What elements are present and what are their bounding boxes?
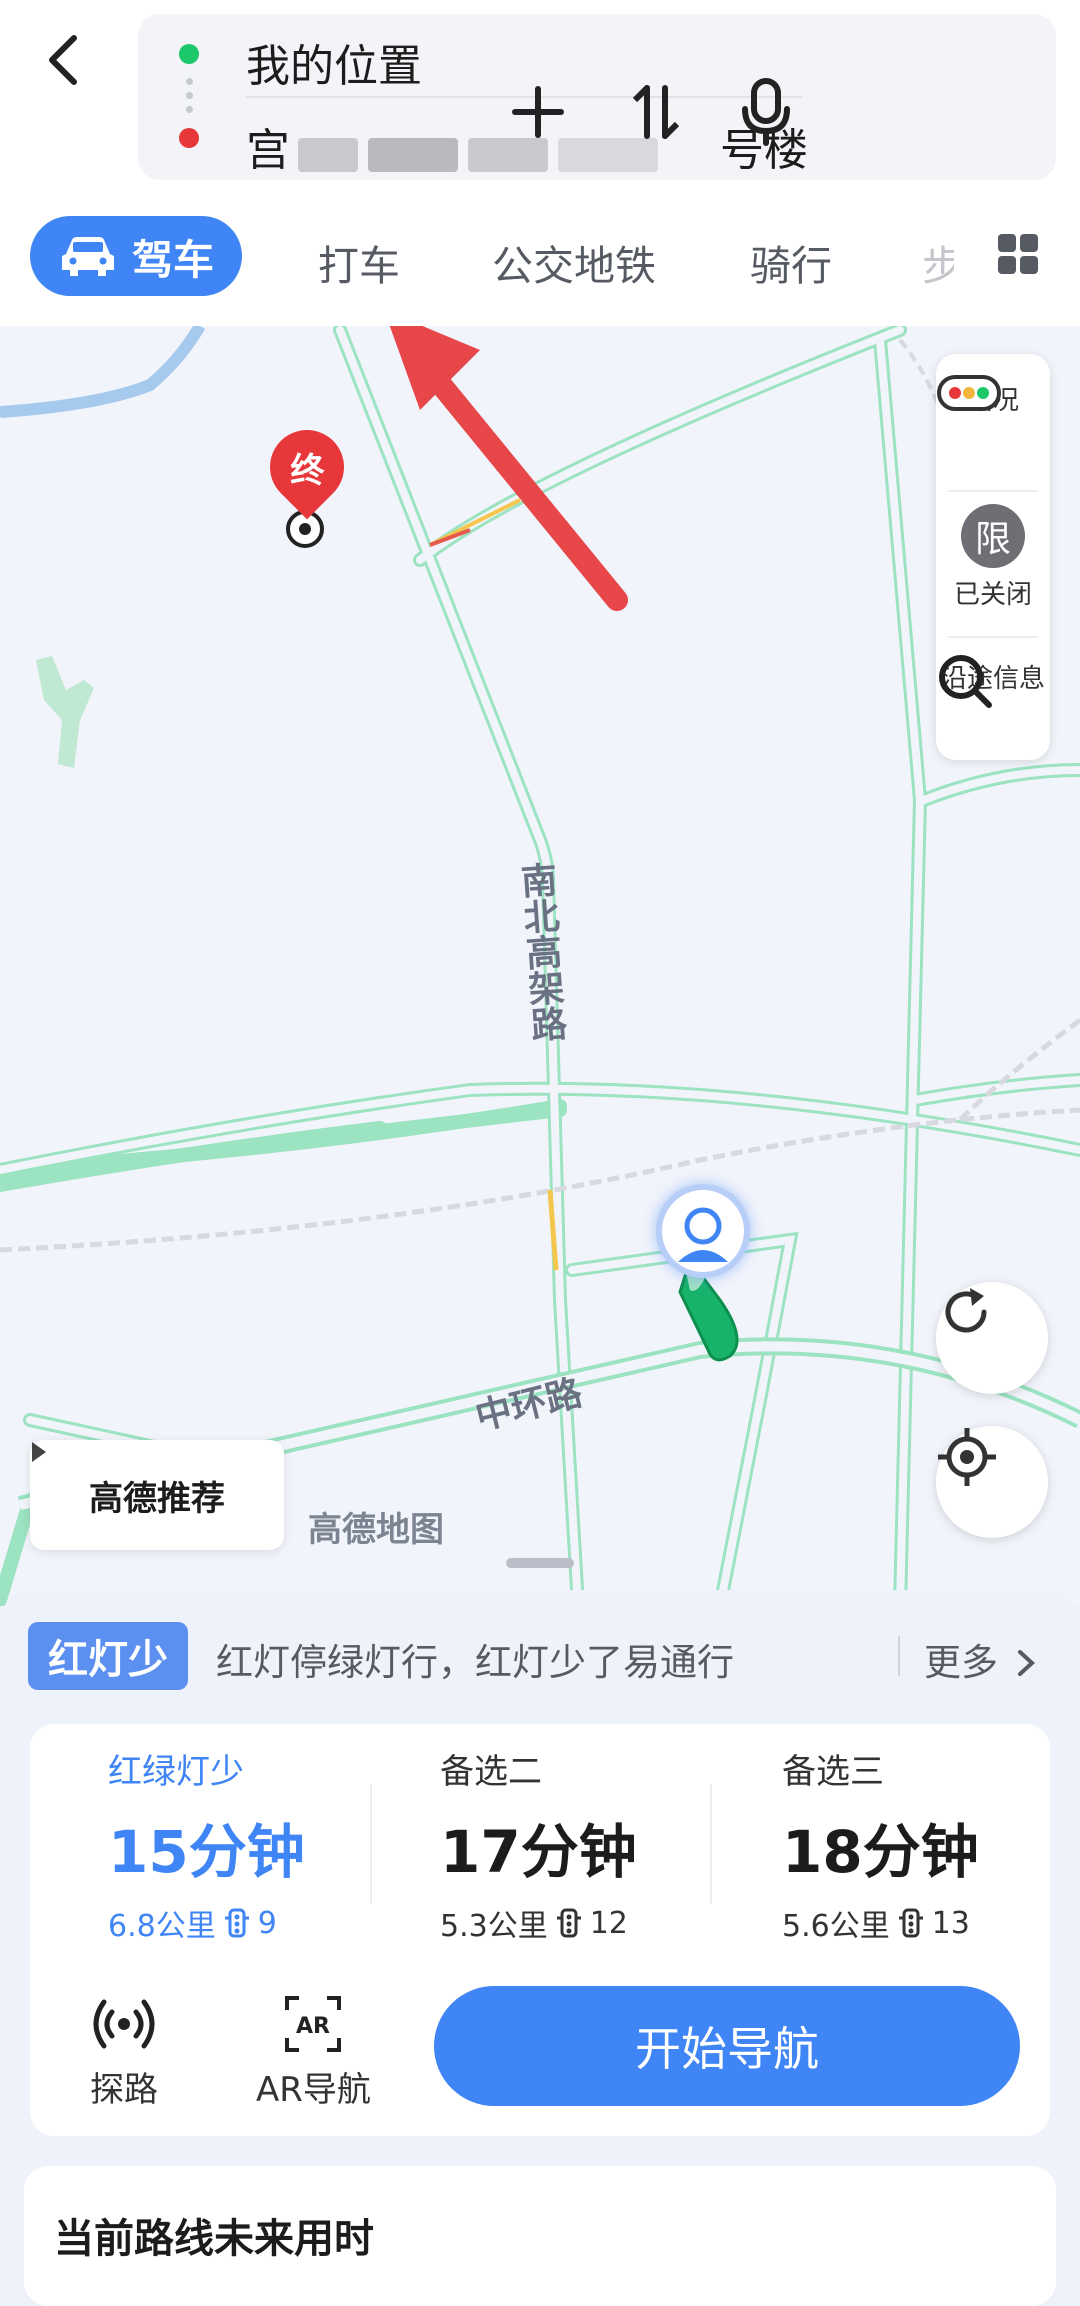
radar-icon <box>93 1999 155 2049</box>
amap-recommend-button[interactable]: 高德推荐 <box>30 1440 284 1550</box>
divider <box>948 636 1038 638</box>
restriction-toggle[interactable]: 限 已关闭 <box>936 504 1050 611</box>
route-dot-icon <box>186 78 193 85</box>
chevron-right-icon <box>1017 1650 1035 1676</box>
swap-route-button[interactable] <box>624 76 688 148</box>
destination-text: 宫 <box>246 125 290 174</box>
top-bar: 我的位置 宫号楼 <box>0 0 1080 190</box>
along-route-info-button[interactable]: 沿途信息 <box>936 652 1050 708</box>
future-travel-time-title: 当前路线未来用时 <box>54 2216 374 2262</box>
traffic-light-icon <box>898 1908 923 1938</box>
future-travel-time-card[interactable]: 当前路线未来用时 <box>24 2166 1056 2306</box>
route-option-distance: 6.8公里 <box>108 1909 216 1944</box>
route-option-time: 18分钟 <box>782 1818 979 1886</box>
route-option-time: 17分钟 <box>440 1818 637 1886</box>
route-option-meta: 5.3公里 12 <box>440 1901 760 1945</box>
svg-text:AR: AR <box>296 2014 330 2039</box>
swap-icon <box>632 85 680 139</box>
route-option-lights: 12 <box>589 1905 628 1941</box>
map-watermark: 高德地图 <box>308 1510 444 1550</box>
explore-route-button[interactable]: 探路 <box>90 1994 158 2111</box>
route-options-card: 红绿灯少 15分钟 6.8公里 9 备选二 17分钟 5.3公里 12 备选三 … <box>30 1724 1050 2136</box>
route-option-distance: 5.3公里 <box>440 1909 548 1944</box>
ar-icon: AR <box>285 1996 342 2052</box>
locate-me-button[interactable] <box>936 1426 1048 1538</box>
origin-field[interactable]: 我的位置 <box>246 30 422 94</box>
tab-drive[interactable]: 驾车 <box>30 216 242 296</box>
divider <box>898 1636 900 1676</box>
route-option-meta: 6.8公里 9 <box>108 1901 428 1945</box>
current-location-avatar[interactable] <box>656 1184 750 1278</box>
map-controls-panel: 路况 限 已关闭 沿途信息 <box>936 354 1050 760</box>
microphone-icon <box>742 78 790 146</box>
traffic-toggle[interactable]: 路况 <box>936 374 1050 417</box>
route-option-lights: 9 <box>257 1905 277 1941</box>
refresh-route-button[interactable] <box>936 1282 1048 1394</box>
user-avatar-icon <box>678 1207 728 1262</box>
travel-mode-tabs: 驾车 打车 公交地铁 骑行 步 <box>0 190 1080 326</box>
destination-marker[interactable]: 终 <box>254 414 360 548</box>
back-arrow-icon <box>49 35 77 85</box>
map-view[interactable]: 终 南北高架路 中环路 路况 限 已关闭 沿途信息 <box>0 326 1080 1606</box>
route-dot-icon <box>186 92 193 99</box>
more-button[interactable]: 更多 <box>924 1632 1038 1686</box>
tab-bike[interactable]: 骑行 <box>750 232 832 292</box>
blurred-text <box>368 138 458 172</box>
car-icon <box>62 237 114 276</box>
search-icon <box>939 655 992 708</box>
divider <box>710 1784 712 1904</box>
tab-drive-label: 驾车 <box>132 236 214 284</box>
restriction-icon: 限 <box>961 504 1025 568</box>
ar-navigation-button[interactable]: AR AR导航 <box>256 1994 371 2111</box>
destination-dot-icon <box>179 128 199 148</box>
locate-icon <box>938 1428 996 1486</box>
traffic-light-icon <box>224 1908 249 1938</box>
divider <box>370 1784 372 1904</box>
route-option-2[interactable]: 备选二 17分钟 5.3公里 12 <box>440 1744 760 1945</box>
route-tip-text: 红灯停绿灯行，红灯少了易通行 <box>216 1641 734 1684</box>
route-option-lights: 13 <box>931 1905 970 1941</box>
add-waypoint-button[interactable] <box>506 76 570 148</box>
destination-pin-icon: 终 <box>254 414 360 520</box>
tab-walk[interactable]: 步 <box>922 232 954 292</box>
sheet-drag-handle[interactable] <box>506 1558 574 1568</box>
tab-taxi[interactable]: 打车 <box>318 232 400 292</box>
start-navigation-button[interactable]: 开始导航 <box>434 1986 1020 2106</box>
route-option-time: 15分钟 <box>108 1818 305 1886</box>
route-option-title: 备选二 <box>440 1752 542 1792</box>
route-option-meta: 5.6公里 13 <box>782 1901 1080 1945</box>
traffic-light-icon <box>937 375 1001 411</box>
blurred-text <box>298 138 358 172</box>
route-option-3[interactable]: 备选三 18分钟 5.6公里 13 <box>782 1744 1080 1945</box>
refresh-icon <box>945 1288 987 1333</box>
route-option-1[interactable]: 红绿灯少 15分钟 6.8公里 9 <box>108 1744 428 1945</box>
route-option-title: 红绿灯少 <box>108 1752 244 1792</box>
more-modes-icon[interactable] <box>998 234 1040 276</box>
plus-icon <box>512 86 564 138</box>
ar-navigation-label: AR导航 <box>256 2070 371 2110</box>
origin-dot-icon <box>179 44 199 64</box>
more-label: 更多 <box>924 1641 998 1684</box>
destination-marker-label: 终 <box>290 450 324 491</box>
route-input-box: 我的位置 宫号楼 <box>138 14 1056 180</box>
route-option-distance: 5.6公里 <box>782 1909 890 1944</box>
amap-recommend-label: 高德推荐 <box>89 1478 225 1519</box>
explore-route-label: 探路 <box>90 2070 158 2110</box>
route-tag-badge: 红灯少 <box>28 1622 188 1690</box>
tab-transit[interactable]: 公交地铁 <box>492 232 656 292</box>
restriction-toggle-label: 已关闭 <box>953 580 1032 610</box>
route-bottom-sheet: 红灯少 红灯停绿灯行，红灯少了易通行 更多 红绿灯少 15分钟 6.8公里 9 … <box>0 1590 1080 2306</box>
back-button[interactable] <box>36 30 96 90</box>
route-option-title: 备选三 <box>782 1752 884 1792</box>
voice-input-button[interactable] <box>734 76 798 148</box>
route-dot-icon <box>186 106 193 113</box>
traffic-light-icon <box>556 1908 581 1938</box>
divider <box>948 490 1038 492</box>
play-triangle-icon <box>32 1442 46 1462</box>
